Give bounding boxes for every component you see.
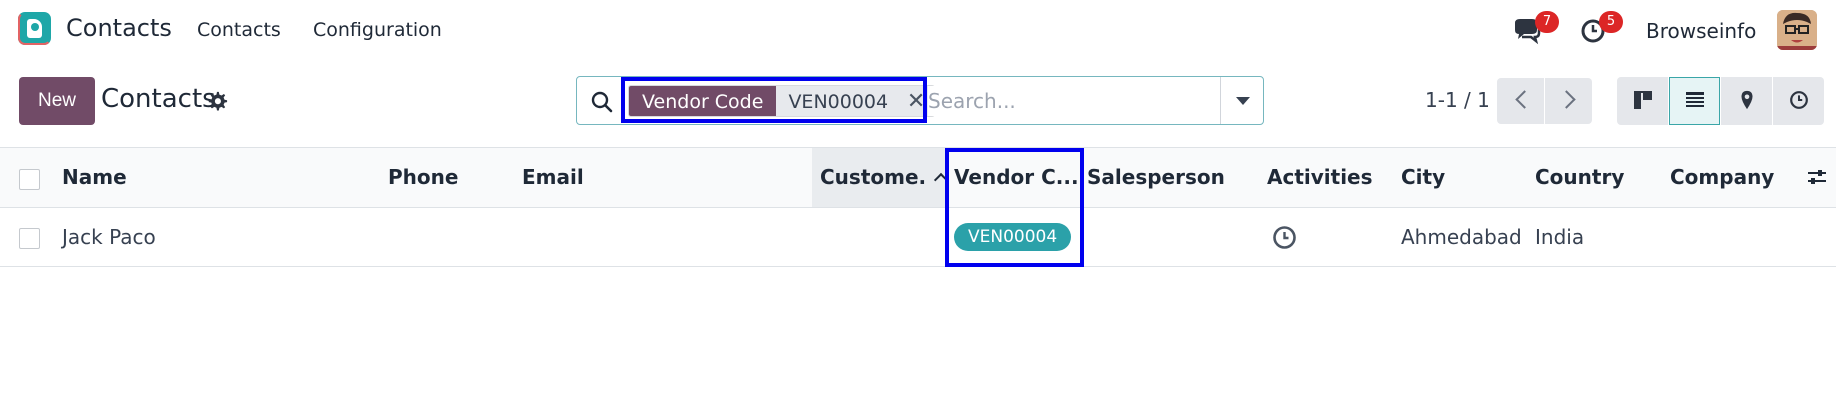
new-button[interactable]: New — [19, 77, 95, 125]
top-navbar: Contacts Contacts Configuration 7 5 Brow… — [0, 0, 1836, 60]
sort-ascending-icon — [934, 172, 945, 188]
column-options-icon[interactable] — [1806, 166, 1828, 188]
company-switcher[interactable]: Browseinfo — [1646, 19, 1756, 43]
list-icon — [1685, 91, 1704, 107]
messages-badge: 7 — [1535, 11, 1559, 33]
column-phone[interactable]: Phone — [388, 148, 498, 207]
select-all-checkbox[interactable] — [19, 169, 40, 190]
facet-label: Vendor Code — [629, 86, 777, 116]
column-city[interactable]: City — [1401, 148, 1501, 207]
clock-icon — [1789, 90, 1808, 109]
column-customer-code-label: Custome. — [820, 165, 927, 189]
search-panel: Vendor Code VEN00004 ✕ — [576, 76, 1264, 125]
map-view-button[interactable] — [1721, 77, 1772, 125]
cell-city[interactable]: Ahmedabad — [1401, 209, 1522, 266]
user-avatar[interactable] — [1777, 10, 1817, 50]
column-country[interactable]: Country — [1535, 148, 1645, 207]
activities-badge: 5 — [1599, 11, 1623, 33]
column-name[interactable]: Name — [62, 148, 262, 207]
search-options-toggle[interactable] — [1220, 77, 1263, 124]
gear-icon[interactable] — [206, 90, 228, 112]
list-view-button[interactable] — [1669, 77, 1720, 125]
table-header: Name Phone Email Custome. Vendor C... Sa… — [0, 148, 1836, 208]
page-title: Contacts — [101, 84, 216, 114]
column-activities[interactable]: Activities — [1267, 148, 1387, 207]
contacts-app-icon[interactable] — [18, 12, 51, 45]
column-company[interactable]: Company — [1670, 148, 1790, 207]
column-email[interactable]: Email — [522, 148, 722, 207]
vendor-code-tag: VEN00004 — [954, 223, 1072, 251]
menu-contacts[interactable]: Contacts — [197, 19, 281, 41]
search-facet: Vendor Code VEN00004 ✕ — [628, 85, 936, 117]
facet-value: VEN00004 — [776, 86, 899, 116]
app-name[interactable]: Contacts — [66, 14, 172, 42]
column-salesperson[interactable]: Salesperson — [1087, 148, 1237, 207]
column-vendor-code[interactable]: Vendor C... — [954, 148, 1079, 207]
cell-country[interactable]: India — [1535, 209, 1584, 266]
table-row[interactable]: Jack Paco VEN00004 Ahmedabad India — [0, 209, 1836, 267]
pager-previous-button[interactable] — [1497, 78, 1544, 124]
kanban-view-button[interactable] — [1617, 77, 1668, 125]
menu-configuration[interactable]: Configuration — [313, 19, 442, 41]
kanban-icon — [1633, 90, 1652, 109]
row-checkbox[interactable] — [19, 228, 40, 249]
pager-value[interactable]: 1-1 / 1 — [1425, 88, 1490, 112]
search-input[interactable] — [928, 86, 1218, 116]
column-customer-code[interactable]: Custome. — [812, 148, 945, 207]
map-pin-icon — [1741, 90, 1752, 109]
cell-name[interactable]: Jack Paco — [62, 209, 156, 266]
pager-next-button[interactable] — [1545, 78, 1592, 124]
search-icon — [591, 91, 613, 113]
activity-view-button[interactable] — [1773, 77, 1824, 125]
clock-icon[interactable] — [1272, 225, 1297, 250]
